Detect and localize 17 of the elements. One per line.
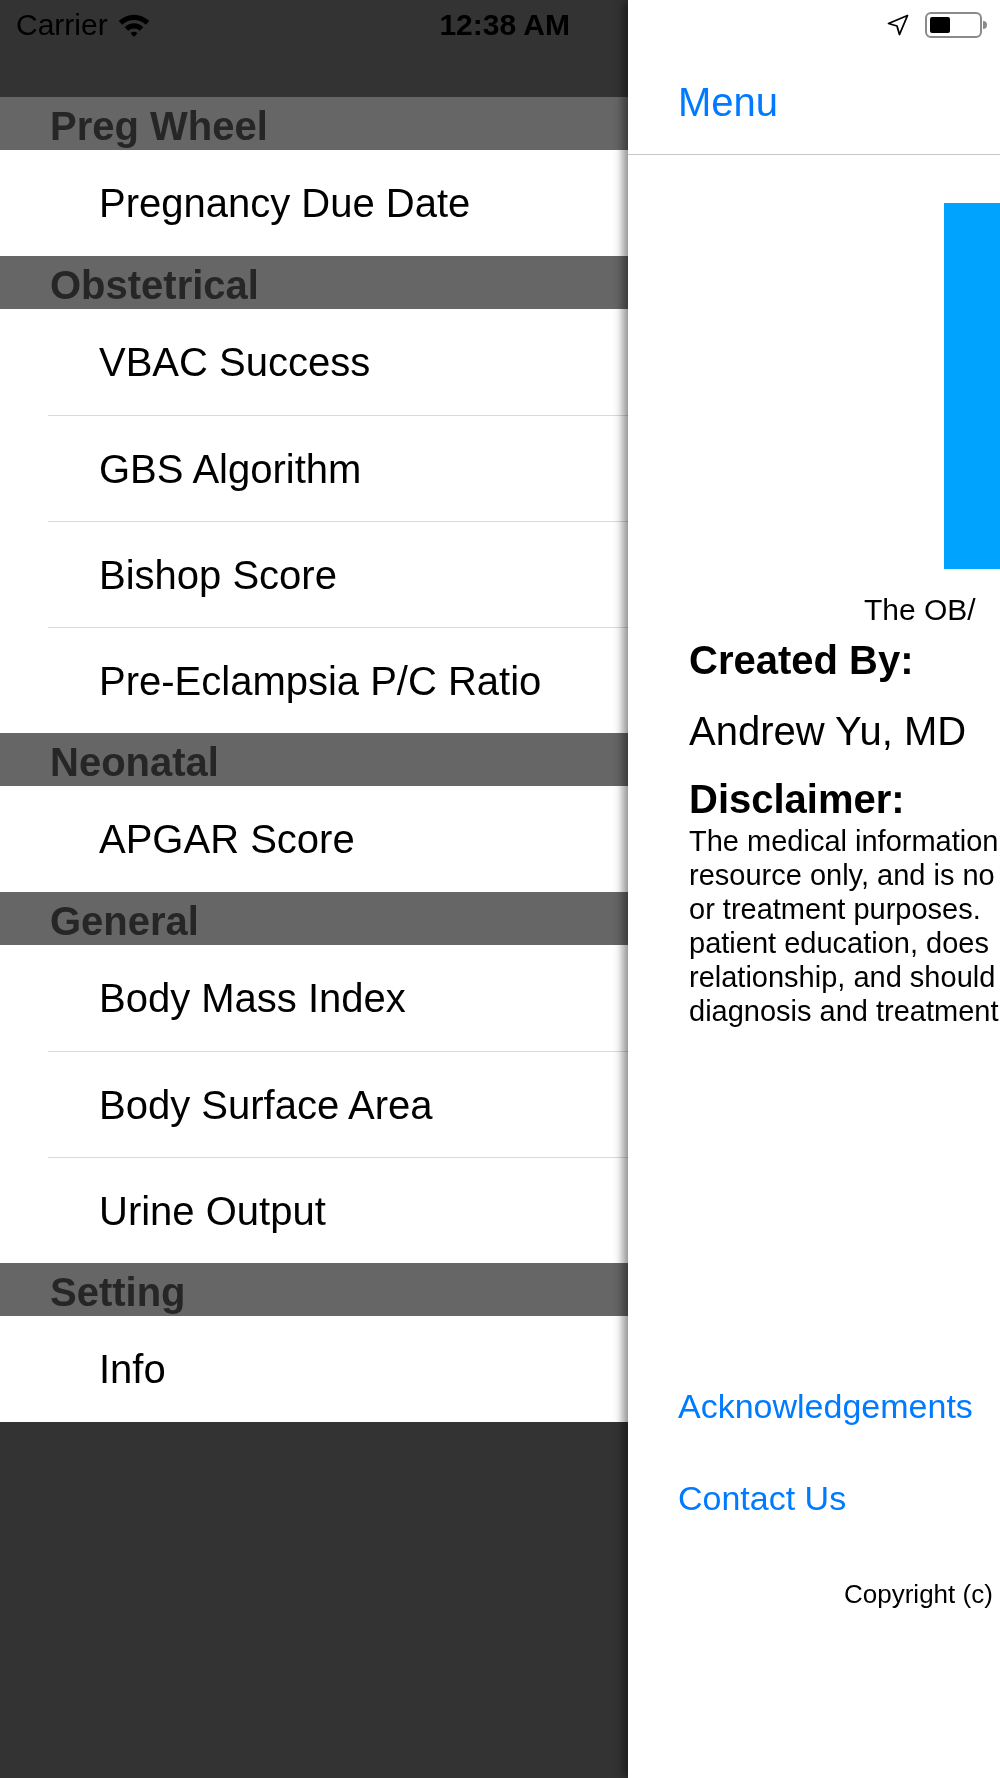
author-name: Andrew Yu, MD (689, 708, 967, 754)
section-header: General (0, 892, 628, 945)
location-arrow-icon (887, 14, 909, 36)
disclaimer-text: The medical information resource only, and is no or treatment purposes. patient education, does relationship, and should diagnosis and treatment (689, 824, 999, 1028)
disclaimer-heading: Disclaimer: (689, 776, 905, 822)
created-by-heading: Created By: (689, 637, 914, 683)
logo-caption: The OB/ (864, 592, 976, 628)
section-header: Neonatal (0, 733, 628, 786)
menu-button[interactable]: Menu (678, 79, 779, 125)
section-header: Setting (0, 1263, 628, 1316)
acknowledgements-link[interactable]: Acknowledgements (678, 1386, 973, 1426)
copyright-text: Copyright (c) (844, 1579, 993, 1609)
section-header: Obstetrical (0, 256, 628, 309)
section-header: Preg Wheel (0, 97, 628, 150)
wifi-icon (117, 13, 150, 37)
battery-icon (925, 12, 987, 38)
contact-link[interactable]: Contact Us (678, 1478, 847, 1518)
